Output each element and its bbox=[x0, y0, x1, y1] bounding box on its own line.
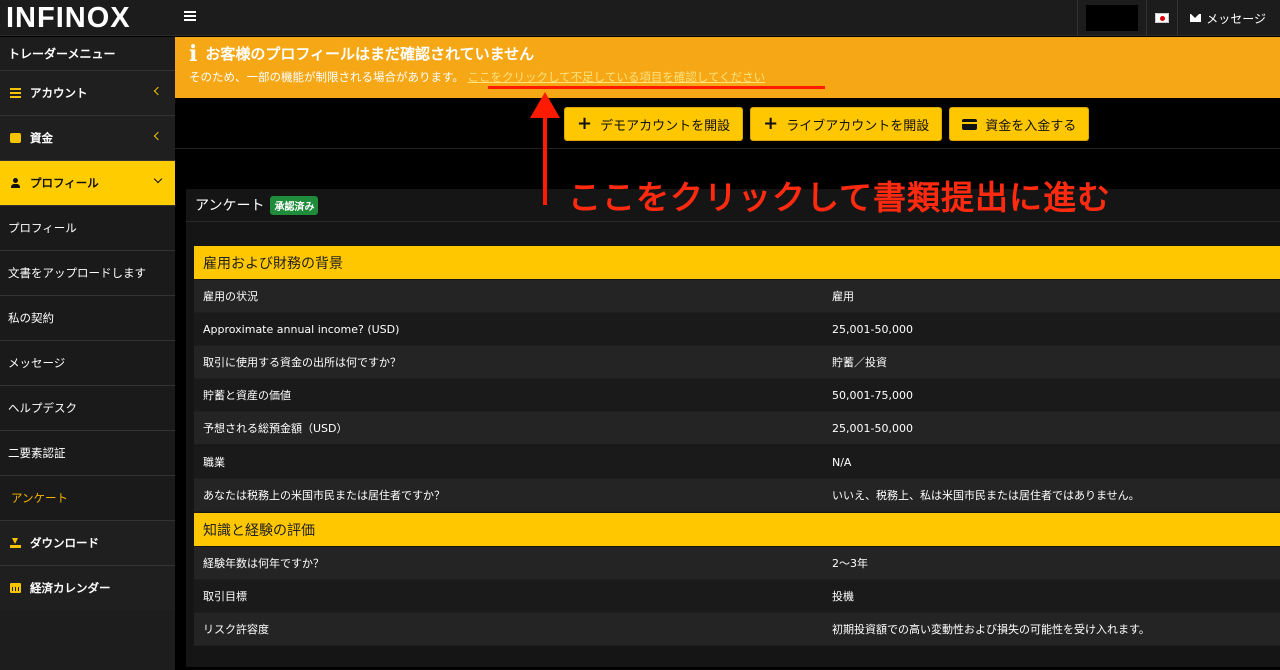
sidebar-title: トレーダーメニュー bbox=[8, 47, 116, 61]
sidebar-item-funds[interactable]: 資金 bbox=[0, 115, 175, 160]
envelope-icon bbox=[1190, 14, 1202, 22]
answer-value: 貯蓄／投資 bbox=[832, 356, 887, 369]
answer-value: 雇用 bbox=[832, 290, 854, 303]
chevron-left-icon bbox=[153, 86, 163, 96]
annotation-arrow bbox=[543, 112, 547, 205]
sidebar-item-label: ダウンロード bbox=[30, 536, 99, 550]
question-label: 予想される総預金額（USD） bbox=[203, 422, 348, 435]
sidebar-item-label: 二要素認証 bbox=[8, 446, 66, 460]
deposit-funds-button[interactable]: 資金を入金する bbox=[949, 107, 1090, 141]
open-live-account-button[interactable]: + ライブアカウントを開設 bbox=[750, 107, 943, 141]
table-row: 取引に使用する資金の出所は何ですか？ 貯蓄／投資 bbox=[194, 346, 1280, 379]
top-bar: INFINOX メッセージ bbox=[0, 0, 1280, 36]
section-header-knowledge: 知識と経験の評価 bbox=[194, 513, 1280, 546]
answer-value: 2〜3年 bbox=[832, 557, 868, 570]
chevron-left-icon bbox=[153, 131, 163, 141]
sidebar-item-label: アンケート bbox=[11, 491, 69, 505]
answer-value: 25,001-50,000 bbox=[832, 421, 913, 435]
annotation-underline bbox=[488, 86, 825, 89]
questionnaire-panel: アンケート 承認済み 雇用および財務の背景 雇用の状況 雇用 Approximat… bbox=[186, 189, 1280, 667]
answer-value: N/A bbox=[832, 455, 852, 469]
button-label: デモアカウントを開設 bbox=[600, 118, 731, 134]
status-badge: 承認済み bbox=[270, 195, 319, 215]
alert-title: お客様のプロフィールはまだ確認されていません bbox=[205, 45, 535, 63]
calendar-icon bbox=[10, 583, 21, 593]
download-icon bbox=[10, 538, 21, 548]
list-icon bbox=[10, 88, 21, 98]
messages-link[interactable]: メッセージ bbox=[1177, 0, 1280, 36]
panel-title: アンケート bbox=[195, 198, 265, 214]
sidebar-item-label: 文書をアップロードします bbox=[8, 266, 146, 280]
table-row: Approximate annual income? (USD) 25,001-5… bbox=[194, 313, 1280, 346]
button-label: ライブアカウントを開設 bbox=[786, 118, 930, 134]
answer-value: 25,001-50,000 bbox=[832, 322, 913, 336]
table-row: 取引目標 投機 bbox=[194, 580, 1280, 613]
missing-items-link[interactable]: ここをクリックして不足している項目を確認してください bbox=[468, 70, 766, 84]
user-account-area[interactable] bbox=[1077, 0, 1146, 36]
sidebar-item-label: アカウント bbox=[30, 86, 88, 100]
table-row: 雇用の状況 雇用 bbox=[194, 280, 1280, 313]
sidebar: トレーダーメニュー アカウント 資金 プロフィール プロフィール 文書をアップロ… bbox=[0, 37, 175, 670]
sidebar-item-economic-calendar[interactable]: 経済カレンダー bbox=[0, 565, 175, 610]
table-row: 職業 N/A bbox=[194, 446, 1280, 479]
messages-label: メッセージ bbox=[1206, 11, 1266, 26]
table-row: 貯蓄と資産の価値 50,001-75,000 bbox=[194, 379, 1280, 412]
question-label: 取引目標 bbox=[203, 590, 247, 603]
question-label: 雇用の状況 bbox=[203, 290, 258, 303]
table-row: 予想される総預金額（USD） 25,001-50,000 bbox=[194, 412, 1280, 445]
avatar[interactable] bbox=[1086, 5, 1139, 31]
answer-value: 投機 bbox=[832, 590, 854, 603]
section-header-employment: 雇用および財務の背景 bbox=[194, 246, 1280, 279]
sidebar-item-contracts[interactable]: 私の契約 bbox=[0, 295, 175, 340]
sidebar-item-label: ヘルプデスク bbox=[8, 401, 77, 415]
question-label: 取引に使用する資金の出所は何ですか？ bbox=[203, 356, 401, 369]
question-label: 経験年数は何年ですか？ bbox=[203, 557, 324, 570]
info-icon: i bbox=[189, 40, 198, 67]
sidebar-item-messages[interactable]: メッセージ bbox=[0, 340, 175, 385]
question-label: 貯蓄と資産の価値 bbox=[203, 389, 291, 402]
answer-value: 初期投資額での高い変動性および損失の可能性を受け入れます。 bbox=[832, 623, 1150, 636]
question-label: リスク許容度 bbox=[203, 623, 269, 636]
sidebar-item-label: メッセージ bbox=[8, 356, 66, 370]
japan-flag-icon bbox=[1155, 13, 1170, 23]
menu-toggle-icon[interactable] bbox=[184, 9, 196, 25]
credit-card-icon bbox=[962, 118, 978, 130]
plus-icon: + bbox=[577, 113, 593, 134]
table-row: リスク許容度 初期投資額での高い変動性および損失の可能性を受け入れます。 bbox=[194, 613, 1280, 646]
open-demo-account-button[interactable]: + デモアカウントを開設 bbox=[564, 107, 744, 141]
sidebar-item-helpdesk[interactable]: ヘルプデスク bbox=[0, 385, 175, 430]
table-row: あなたは税務上の米国市民または居住者ですか？ いいえ、税務上、私は米国市民または居… bbox=[194, 479, 1280, 512]
sidebar-item-upload-documents[interactable]: 文書をアップロードします bbox=[0, 250, 175, 295]
table-row: 経験年数は何年ですか？ 2〜3年 bbox=[194, 547, 1280, 580]
sidebar-item-label: 経済カレンダー bbox=[30, 581, 111, 595]
chevron-down-icon bbox=[153, 174, 163, 184]
sidebar-item-label: プロフィール bbox=[8, 221, 77, 235]
sidebar-item-two-factor[interactable]: 二要素認証 bbox=[0, 430, 175, 475]
sidebar-item-questionnaire[interactable]: アンケート bbox=[0, 475, 175, 520]
annotation-text: ここをクリックして書類提出に進む bbox=[568, 178, 1112, 217]
answer-value: 50,001-75,000 bbox=[832, 388, 913, 402]
button-label: 資金を入金する bbox=[985, 118, 1077, 134]
alert-text: そのため、一部の機能が制限される場合があります。 bbox=[189, 70, 464, 84]
question-label: あなたは税務上の米国市民または居住者ですか？ bbox=[203, 489, 445, 502]
answer-value: いいえ、税務上、私は米国市民または居住者ではありません。 bbox=[832, 489, 1140, 502]
sidebar-item-profile[interactable]: プロフィール bbox=[0, 205, 175, 250]
plus-icon: + bbox=[763, 113, 779, 134]
sidebar-item-download[interactable]: ダウンロード bbox=[0, 520, 175, 565]
sidebar-item-label: 資金 bbox=[30, 131, 53, 145]
sidebar-item-profile-menu[interactable]: プロフィール bbox=[0, 160, 175, 205]
question-label: Approximate annual income? (USD) bbox=[203, 322, 400, 336]
question-label: 職業 bbox=[203, 456, 225, 469]
sidebar-item-label: プロフィール bbox=[30, 176, 99, 190]
action-buttons: + デモアカウントを開設 + ライブアカウントを開設 資金を入金する bbox=[564, 107, 1090, 141]
divider bbox=[175, 148, 1280, 149]
sidebar-item-label: 私の契約 bbox=[8, 311, 54, 325]
sidebar-item-account[interactable]: アカウント bbox=[0, 70, 175, 115]
arrow-up-icon bbox=[530, 92, 560, 118]
logo[interactable]: INFINOX bbox=[6, 2, 131, 34]
user-icon bbox=[10, 178, 21, 188]
wallet-icon bbox=[10, 133, 21, 143]
language-selector[interactable] bbox=[1146, 0, 1177, 36]
